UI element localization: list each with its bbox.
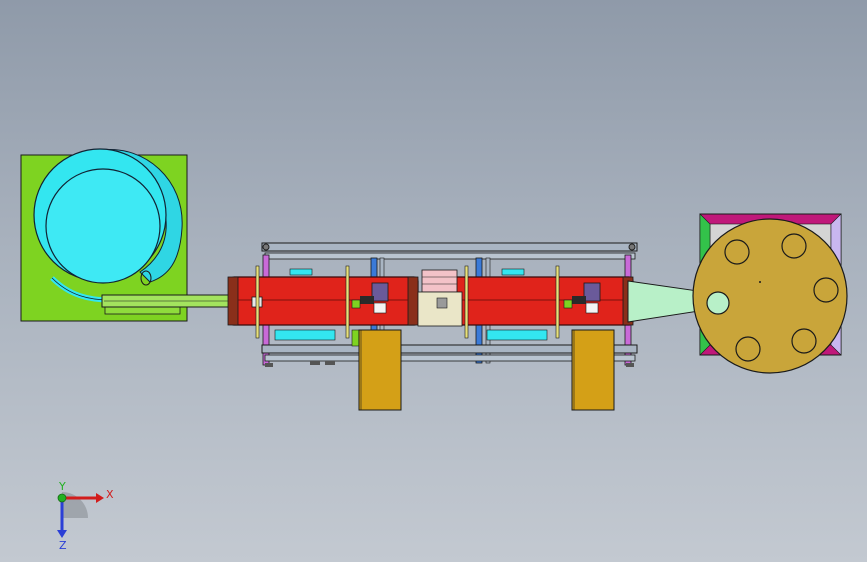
frame-top-bar-2 <box>264 252 636 260</box>
vibratory-bowl-feeder[interactable] <box>20 148 243 322</box>
x-arrowhead <box>96 493 104 503</box>
center-mechanism-body <box>417 291 463 327</box>
pocket-hole-loading <box>706 291 730 315</box>
support-leg-left <box>358 329 402 411</box>
cyan-block <box>289 268 313 276</box>
frame-top-bar <box>261 242 638 252</box>
rotary-disc-center <box>759 281 761 283</box>
support-leg-right <box>571 329 615 411</box>
triad-shadow <box>62 492 88 518</box>
frame-foot <box>310 361 320 365</box>
frame-foot <box>626 363 634 367</box>
frame-foot <box>265 363 273 367</box>
guide-rod <box>555 265 560 339</box>
center-mechanism-top <box>421 269 458 293</box>
frame-bolt <box>262 243 270 251</box>
frame-foot <box>325 361 335 365</box>
x-axis-label: X <box>106 488 114 501</box>
cad-viewport[interactable] <box>0 0 867 562</box>
cyan-block <box>486 329 548 341</box>
guide-rod <box>345 265 350 339</box>
z-axis-label: Z <box>59 539 67 550</box>
z-arrowhead <box>57 530 67 538</box>
y-axis-dot <box>57 493 67 503</box>
rail-end-cap <box>407 276 419 326</box>
frame-bolt <box>628 243 636 251</box>
cyan-block <box>274 329 336 341</box>
conveyor-machine[interactable] <box>227 242 638 411</box>
rotary-indexing-table[interactable] <box>692 213 848 374</box>
bowl-inner-disc <box>45 168 161 284</box>
y-axis-label: Y <box>58 480 66 493</box>
conveyor-rail-right <box>444 276 634 326</box>
axis-triad: X Y Z <box>57 480 114 550</box>
guide-rod <box>255 265 260 339</box>
center-sensor <box>436 297 448 309</box>
rail-end-cap <box>227 276 239 326</box>
guide-rod <box>464 265 469 339</box>
cyan-block <box>501 268 525 276</box>
